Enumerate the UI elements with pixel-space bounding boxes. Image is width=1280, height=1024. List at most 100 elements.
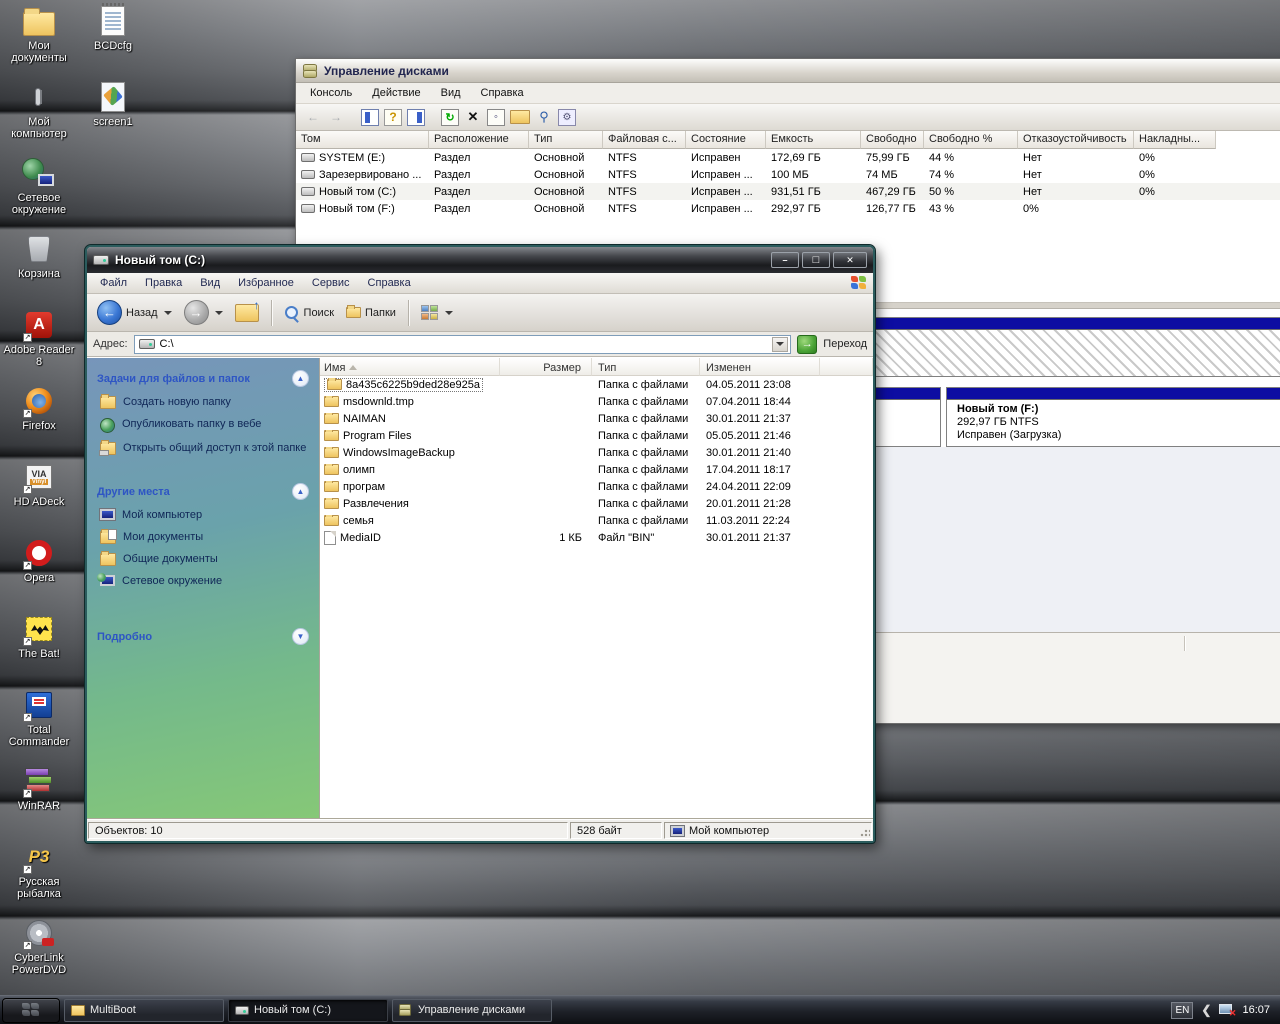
column-header-size[interactable]: Размер: [500, 358, 592, 376]
open-icon[interactable]: [510, 110, 530, 124]
menu-action[interactable]: Действие: [362, 85, 430, 101]
file-row[interactable]: MediaID 1 КБ Файл "BIN" 30.01.2011 21:37: [320, 529, 873, 546]
task-new-folder[interactable]: Создать новую папку: [100, 396, 309, 409]
file-row[interactable]: 8a435c6225b9ded28e925a Папка с файлами 0…: [320, 376, 873, 393]
language-indicator[interactable]: EN: [1171, 1002, 1193, 1019]
column-header-status[interactable]: Состояние: [686, 131, 766, 149]
refresh-icon[interactable]: ↻: [441, 109, 459, 126]
forward-button[interactable]: →: [180, 298, 227, 327]
desktop-icon-firefox[interactable]: Firefox: [2, 384, 76, 460]
volume-row[interactable]: SYSTEM (E:) Раздел Основной NTFS Исправе…: [296, 149, 1280, 166]
desktop-icon-hd-adeck[interactable]: HD ADeck: [2, 460, 76, 536]
close-button[interactable]: [833, 252, 867, 268]
task-publish-web[interactable]: Опубликовать папку в вебе: [100, 418, 309, 433]
file-row[interactable]: WindowsImageBackup Папка с файлами 30.01…: [320, 444, 873, 461]
help-topics-icon[interactable]: ?: [384, 109, 402, 126]
column-header-free[interactable]: Свободно: [861, 131, 924, 149]
menu-edit[interactable]: Правка: [136, 275, 191, 291]
forward-dropdown-icon[interactable]: [215, 311, 223, 315]
column-header-free-pct[interactable]: Свободно %: [924, 131, 1018, 149]
file-row[interactable]: NAIMAN Папка с файлами 30.01.2011 21:37: [320, 410, 873, 427]
volume-row[interactable]: Новый том (C:) Раздел Основной NTFS Испр…: [296, 183, 1280, 200]
column-header-layout[interactable]: Расположение: [429, 131, 529, 149]
resize-grip[interactable]: [860, 827, 870, 837]
place-my-computer[interactable]: Мой компьютер: [100, 509, 309, 522]
partition-box-f[interactable]: Новый том (F:) 292,97 ГБ NTFS Исправен (…: [946, 387, 1280, 447]
desktop-icon-russian-fishing[interactable]: Русская рыбалка: [2, 840, 76, 916]
place-shared-documents[interactable]: Общие документы: [100, 553, 309, 566]
column-header-fault-tolerance[interactable]: Отказоустойчивость: [1018, 131, 1134, 149]
desktop-icon-bcdcfg[interactable]: BCDcfg: [76, 4, 150, 80]
desktop-icon-opera[interactable]: Opera: [2, 536, 76, 612]
column-header-capacity[interactable]: Емкость: [766, 131, 861, 149]
find-icon[interactable]: ⚲: [535, 109, 553, 126]
menu-tools[interactable]: Сервис: [303, 275, 359, 291]
column-header-type[interactable]: Тип: [529, 131, 603, 149]
go-label[interactable]: Переход: [823, 338, 867, 350]
volume-row[interactable]: Новый том (F:) Раздел Основной NTFS Испр…: [296, 200, 1280, 217]
properties-icon[interactable]: ◦: [487, 109, 505, 126]
taskbar-clock[interactable]: 16:07: [1242, 1004, 1270, 1016]
desktop-icon-adobe-reader[interactable]: Adobe Reader 8: [2, 308, 76, 384]
place-my-documents[interactable]: Мои документы: [100, 531, 309, 544]
collapse-chevron-icon[interactable]: [292, 370, 309, 387]
desktop-icon-network-places[interactable]: Сетевое окружение: [2, 156, 76, 232]
up-button[interactable]: [231, 302, 263, 324]
column-header-modified[interactable]: Изменен: [700, 358, 820, 376]
place-network[interactable]: Сетевое окружение: [100, 575, 309, 588]
menu-help[interactable]: Справка: [471, 85, 534, 101]
menu-view[interactable]: Вид: [191, 275, 229, 291]
taskbar-button-new-volume-c[interactable]: Новый том (C:): [228, 999, 388, 1022]
address-dropdown-button[interactable]: [772, 337, 788, 352]
column-header-filesystem[interactable]: Файловая с...: [603, 131, 686, 149]
column-header-name[interactable]: Имя: [320, 358, 500, 376]
menu-favorites[interactable]: Избранное: [229, 275, 303, 291]
explorer-titlebar[interactable]: Новый том (C:): [87, 247, 873, 273]
address-input[interactable]: C:\: [134, 335, 792, 354]
menu-help[interactable]: Справка: [359, 275, 420, 291]
file-row[interactable]: семья Папка с файлами 11.03.2011 22:24: [320, 512, 873, 529]
taskbar-button-multiboot[interactable]: MultiBoot: [64, 999, 224, 1022]
file-row[interactable]: олимп Папка с файлами 17.04.2011 18:17: [320, 461, 873, 478]
desktop-icon-my-computer[interactable]: Мой компьютер: [2, 80, 76, 156]
desktop-icon-screen1[interactable]: screen1: [76, 80, 150, 156]
search-button[interactable]: Поиск: [280, 303, 338, 323]
desktop-icon-total-commander[interactable]: Total Commander: [2, 688, 76, 764]
expand-chevron-icon[interactable]: [292, 628, 309, 645]
tray-collapse-chevron-icon[interactable]: ❮: [1201, 1003, 1211, 1017]
desktop-icon-my-documents[interactable]: Мои документы: [2, 4, 76, 80]
collapse-chevron-icon[interactable]: [292, 483, 309, 500]
file-row[interactable]: Развлечения Папка с файлами 20.01.2011 2…: [320, 495, 873, 512]
column-header-type[interactable]: Тип: [592, 358, 700, 376]
views-dropdown-icon[interactable]: [445, 311, 453, 315]
manage-icon[interactable]: ⚙: [558, 109, 576, 126]
delete-icon[interactable]: ✕: [464, 109, 482, 126]
column-header-volume[interactable]: Том: [296, 131, 429, 149]
task-share-folder[interactable]: Открыть общий доступ к этой папке: [100, 442, 309, 455]
disk-management-titlebar[interactable]: Управление дисками: [296, 59, 1280, 83]
show-console-tree-icon[interactable]: [361, 109, 379, 126]
file-row[interactable]: Program Files Папка с файлами 05.05.2011…: [320, 427, 873, 444]
back-icon[interactable]: ←: [304, 109, 322, 126]
forward-icon[interactable]: →: [327, 109, 345, 126]
desktop-icon-winrar[interactable]: WinRAR: [2, 764, 76, 840]
column-header-overhead[interactable]: Накладны...: [1134, 131, 1216, 149]
file-row[interactable]: програм Папка с файлами 24.04.2011 22:09: [320, 478, 873, 495]
menu-file[interactable]: Файл: [91, 275, 136, 291]
minimize-button[interactable]: [771, 252, 799, 268]
folders-button[interactable]: Папки: [342, 305, 400, 321]
maximize-button[interactable]: [802, 252, 830, 268]
volume-row[interactable]: Зарезервировано ... Раздел Основной NTFS…: [296, 166, 1280, 183]
taskbar-button-disk-management[interactable]: Управление дисками: [392, 999, 552, 1022]
start-button[interactable]: [2, 998, 60, 1023]
network-disconnected-icon[interactable]: [1219, 1004, 1234, 1016]
menu-view[interactable]: Вид: [431, 85, 471, 101]
file-row[interactable]: msdownld.tmp Папка с файлами 07.04.2011 …: [320, 393, 873, 410]
menu-console[interactable]: Консоль: [300, 85, 362, 101]
desktop-icon-powerdvd[interactable]: CyberLink PowerDVD: [2, 916, 76, 992]
back-button[interactable]: ← Назад: [93, 298, 176, 327]
show-action-pane-icon[interactable]: [407, 109, 425, 126]
desktop-icon-recycle-bin[interactable]: Корзина: [2, 232, 76, 308]
views-button[interactable]: [417, 303, 457, 323]
go-button[interactable]: [797, 335, 817, 354]
